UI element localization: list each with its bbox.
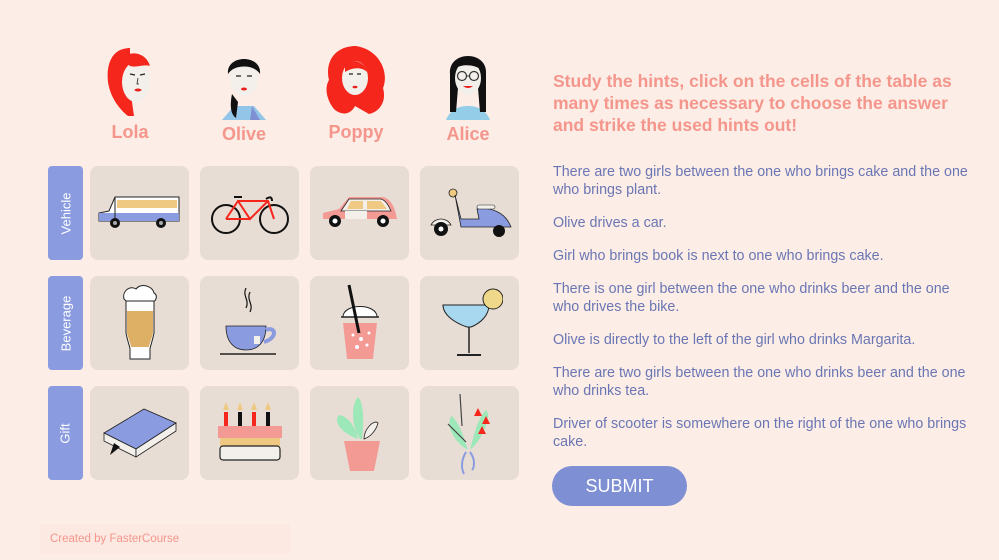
tea-icon bbox=[219, 287, 276, 355]
beer-icon bbox=[122, 285, 157, 360]
row-label-beverage: Beverage bbox=[48, 276, 83, 370]
margarita-icon bbox=[441, 288, 503, 356]
credit-footer: Created by FasterCourse bbox=[40, 524, 290, 554]
plant-icon bbox=[336, 397, 380, 471]
cell-gift-2[interactable] bbox=[200, 386, 299, 480]
cell-beverage-3[interactable] bbox=[310, 276, 409, 370]
girl-name: Lola bbox=[111, 122, 149, 142]
olive-avatar-icon bbox=[222, 59, 266, 120]
cell-vehicle-2[interactable] bbox=[200, 166, 299, 260]
hint-item[interactable]: Olive is directly to the left of the gir… bbox=[553, 331, 973, 349]
instructions-heading: Study the hints, click on the cells of t… bbox=[553, 71, 952, 135]
girl-alice: Alice bbox=[418, 44, 518, 145]
bus-icon bbox=[98, 196, 179, 228]
credit-text: Created by FasterCourse bbox=[50, 533, 180, 545]
hint-item[interactable]: There is one girl between the one who dr… bbox=[553, 280, 973, 316]
lola-avatar-icon bbox=[107, 48, 150, 116]
girl-olive: Olive bbox=[194, 44, 294, 145]
book-icon bbox=[102, 408, 177, 458]
row-label-gift: Gift bbox=[48, 386, 83, 480]
row-label-text: Beverage bbox=[58, 295, 73, 351]
bouquet-icon bbox=[447, 393, 490, 475]
cell-gift-1[interactable] bbox=[90, 386, 189, 480]
row-label-text: Gift bbox=[57, 422, 73, 444]
row-label-text: Vehicle bbox=[58, 192, 74, 234]
hint-item[interactable]: Olive drives a car. bbox=[553, 214, 973, 232]
cell-vehicle-1[interactable] bbox=[90, 166, 189, 260]
car-icon bbox=[322, 197, 397, 227]
cake-icon bbox=[217, 402, 282, 461]
bicycle-icon bbox=[210, 196, 289, 234]
puzzle-stage: Lola Olive Poppy Alice Vehicle Beverage … bbox=[4, 0, 999, 560]
cell-beverage-4[interactable] bbox=[420, 276, 519, 370]
scooter-icon bbox=[429, 188, 512, 237]
row-label-vehicle: Vehicle bbox=[48, 166, 83, 260]
alice-avatar-icon bbox=[446, 56, 490, 120]
cell-vehicle-4[interactable] bbox=[420, 166, 519, 260]
girl-name: Alice bbox=[446, 124, 490, 144]
girl-poppy: Poppy bbox=[306, 44, 406, 143]
girl-name: Poppy bbox=[328, 122, 384, 142]
poppy-avatar-icon bbox=[326, 46, 385, 114]
cell-beverage-2[interactable] bbox=[200, 276, 299, 370]
submit-button[interactable]: SUBMIT bbox=[552, 466, 687, 506]
cell-gift-4[interactable] bbox=[420, 386, 519, 480]
hint-item[interactable]: There are two girls between the one who … bbox=[553, 163, 973, 199]
soda-icon bbox=[340, 284, 379, 359]
girl-name: Olive bbox=[221, 124, 267, 144]
hints-list: There are two girls between the one who … bbox=[553, 163, 973, 466]
girl-lola: Lola bbox=[80, 44, 180, 143]
hint-item[interactable]: Driver of scooter is somewhere on the ri… bbox=[553, 415, 973, 451]
cell-beverage-1[interactable] bbox=[90, 276, 189, 370]
hint-item[interactable]: Girl who brings book is next to one who … bbox=[553, 247, 973, 265]
hint-item[interactable]: There are two girls between the one who … bbox=[553, 364, 973, 400]
cell-gift-3[interactable] bbox=[310, 386, 409, 480]
cell-vehicle-3[interactable] bbox=[310, 166, 409, 260]
